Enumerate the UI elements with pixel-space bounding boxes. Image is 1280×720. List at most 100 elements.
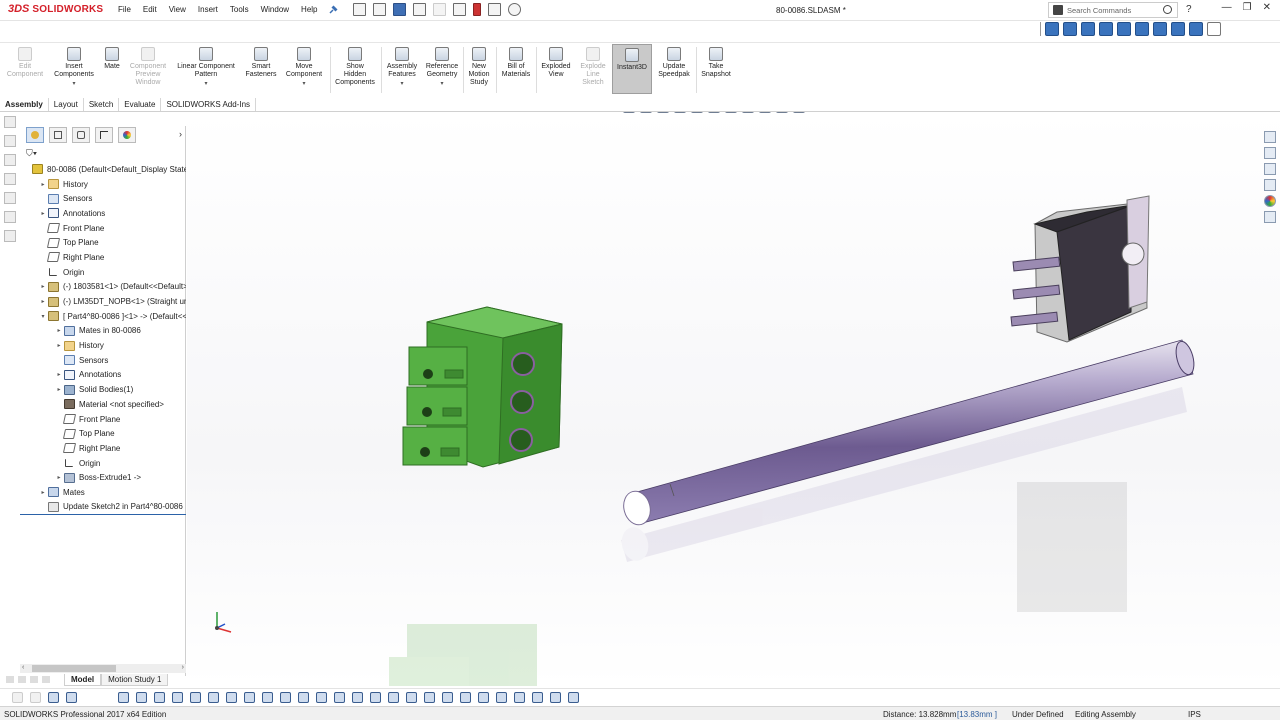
mate-button[interactable]: Mate [100, 47, 124, 71]
toolbar-icon[interactable] [298, 692, 309, 703]
menu-window[interactable]: Window [261, 5, 289, 14]
view-isometric-icon[interactable] [1153, 22, 1167, 36]
tree-node[interactable]: ▾ [ Part4^80-0086 ]<1> -> (Default<<D [20, 309, 186, 324]
feature-manager-tab-icon[interactable] [26, 127, 44, 143]
tree-node[interactable]: ▸ Solid Bodies(1) [20, 382, 186, 397]
tree-node[interactable]: ▸ (-) 1803581<1> (Default<<Default>_D [20, 280, 186, 295]
restore-button[interactable]: ❐ [1243, 2, 1252, 13]
expand-toggle-icon[interactable]: ▸ [38, 181, 48, 188]
view-palette-icon[interactable] [1264, 179, 1276, 191]
instant3d-button[interactable]: Instant3D [612, 44, 652, 94]
tree-node[interactable]: Right Plane [20, 250, 186, 265]
view-front-icon[interactable] [1045, 22, 1059, 36]
bill-of-materials-button[interactable]: Bill of Materials [498, 47, 534, 79]
zoom-to-fit-icon[interactable] [623, 112, 635, 113]
expand-toggle-icon[interactable]: ▸ [38, 210, 48, 217]
search-input[interactable]: Search Commands [1067, 6, 1131, 15]
tree-node[interactable]: Material <not specified> [20, 397, 186, 412]
tree-node[interactable]: Update Sketch2 in Part4^80-0086 [20, 500, 186, 515]
first-tab-icon[interactable] [6, 676, 14, 683]
view-back-icon[interactable] [1063, 22, 1077, 36]
tree-node[interactable]: ▸ History [20, 338, 186, 353]
toolbar-icon[interactable] [496, 692, 507, 703]
update-speedpak-button[interactable]: Update Speedpak [654, 47, 694, 79]
menu-file[interactable]: File [118, 5, 131, 14]
tree-node[interactable]: 80-0086 (Default<Default_Display State-1 [20, 162, 186, 177]
tab-layout[interactable]: Layout [49, 98, 84, 111]
select-icon[interactable] [453, 3, 466, 16]
file-properties-icon[interactable] [488, 3, 501, 16]
toolbar-icon[interactable] [12, 692, 23, 703]
tree-node[interactable]: ▸ Mates in 80-0086 [20, 324, 186, 339]
rebuild-icon[interactable] [473, 3, 481, 16]
explode-line-sketch-button[interactable]: Explode Line Sketch [576, 47, 610, 87]
toolbar-icon[interactable] [244, 692, 255, 703]
help-icon[interactable]: ? [1186, 4, 1192, 15]
viewport-tile-icon[interactable]: ❐ [1187, 112, 1195, 113]
pin-icon[interactable] [328, 5, 338, 15]
dimxpert-tab-icon[interactable] [95, 127, 113, 143]
tree-node[interactable]: Front Plane [20, 412, 186, 427]
tab-solidworks-add-ins[interactable]: SOLIDWORKS Add-Ins [161, 98, 257, 111]
tab-assembly[interactable]: Assembly [0, 98, 49, 111]
strip-icon[interactable] [4, 116, 16, 128]
unit-system[interactable]: IPS [1188, 710, 1201, 719]
tree-node[interactable]: ▸ (-) LM35DT_NOPB<1> (Straight untri [20, 294, 186, 309]
toolbar-icon[interactable] [226, 692, 237, 703]
sketch-pencil-icon[interactable] [1207, 22, 1221, 36]
scroll-right-icon[interactable]: › [182, 664, 184, 671]
expand-toggle-icon[interactable]: ▸ [38, 298, 48, 305]
scroll-left-icon[interactable]: ‹ [22, 664, 24, 671]
tab-motion-study-1[interactable]: Motion Study 1 [101, 674, 169, 686]
viewport-minimize-icon[interactable]: — [1223, 112, 1232, 113]
chevron-down-icon[interactable]: ▾ [172, 80, 240, 88]
view-arrow-icon[interactable] [1022, 22, 1036, 36]
toolbar-icon[interactable] [208, 692, 219, 703]
expand-toggle-icon[interactable]: ▾ [38, 313, 48, 320]
view-right-icon[interactable] [1099, 22, 1113, 36]
toolbar-icon[interactable] [352, 692, 363, 703]
previous-view-icon[interactable] [657, 112, 669, 113]
tree-node[interactable]: Sensors [20, 353, 186, 368]
move-component-button[interactable]: Move Component ▾ [282, 47, 326, 88]
toolbar-icon[interactable] [442, 692, 453, 703]
custom-properties-icon[interactable] [1264, 211, 1276, 223]
dynamic-annotation-icon[interactable] [691, 112, 703, 113]
tab-model[interactable]: Model [64, 674, 102, 686]
view-bottom-icon[interactable] [1135, 22, 1149, 36]
view-orientation-icon[interactable] [708, 112, 720, 113]
solidworks-logo[interactable]: 3DS SOLIDWORKS [8, 3, 103, 15]
tree-node[interactable]: Origin [20, 265, 186, 280]
save-icon[interactable] [393, 3, 406, 16]
green-terminal-block-model[interactable] [402, 306, 563, 468]
expand-toggle-icon[interactable]: ▸ [54, 386, 64, 393]
toolbar-icon[interactable] [30, 692, 41, 703]
tree-node[interactable]: Sensors [20, 191, 186, 206]
take-snapshot-button[interactable]: Take Snapshot [698, 47, 734, 79]
apply-scene-icon[interactable] [776, 112, 788, 113]
zoom-to-area-icon[interactable] [640, 112, 652, 113]
toolbar-icon[interactable] [154, 692, 165, 703]
show-hidden-components-button[interactable]: Show Hidden Components [332, 47, 378, 87]
search-icon[interactable] [1163, 5, 1172, 14]
viewport-maximize-icon[interactable]: ☐ [1242, 112, 1250, 113]
strip-icon[interactable] [4, 135, 16, 147]
toolbar-icon[interactable] [388, 692, 399, 703]
tree-node[interactable]: Top Plane [20, 426, 186, 441]
toolbar-icon[interactable] [478, 692, 489, 703]
prev-tab-icon[interactable] [18, 676, 26, 683]
select-arrow-icon[interactable] [66, 692, 77, 703]
model-canvas[interactable] [187, 112, 1280, 686]
linear-component-pattern-button[interactable]: Linear Component Pattern ▾ [172, 47, 240, 88]
toolbar-icon[interactable] [172, 692, 183, 703]
file-explorer-icon[interactable] [1264, 163, 1276, 175]
options-gear-icon[interactable] [508, 3, 521, 16]
tree-node[interactable]: Top Plane [20, 235, 186, 250]
close-button[interactable]: ✕ [1263, 2, 1271, 13]
expand-toggle-icon[interactable]: ▸ [54, 474, 64, 481]
expand-toggle-icon[interactable]: ▸ [54, 371, 64, 378]
toolbar-icon[interactable] [262, 692, 273, 703]
panel-scrollbar[interactable]: ‹ › [20, 664, 186, 673]
filter-icon[interactable]: ⛉▾ [26, 148, 37, 159]
toolbar-icon[interactable] [514, 692, 525, 703]
